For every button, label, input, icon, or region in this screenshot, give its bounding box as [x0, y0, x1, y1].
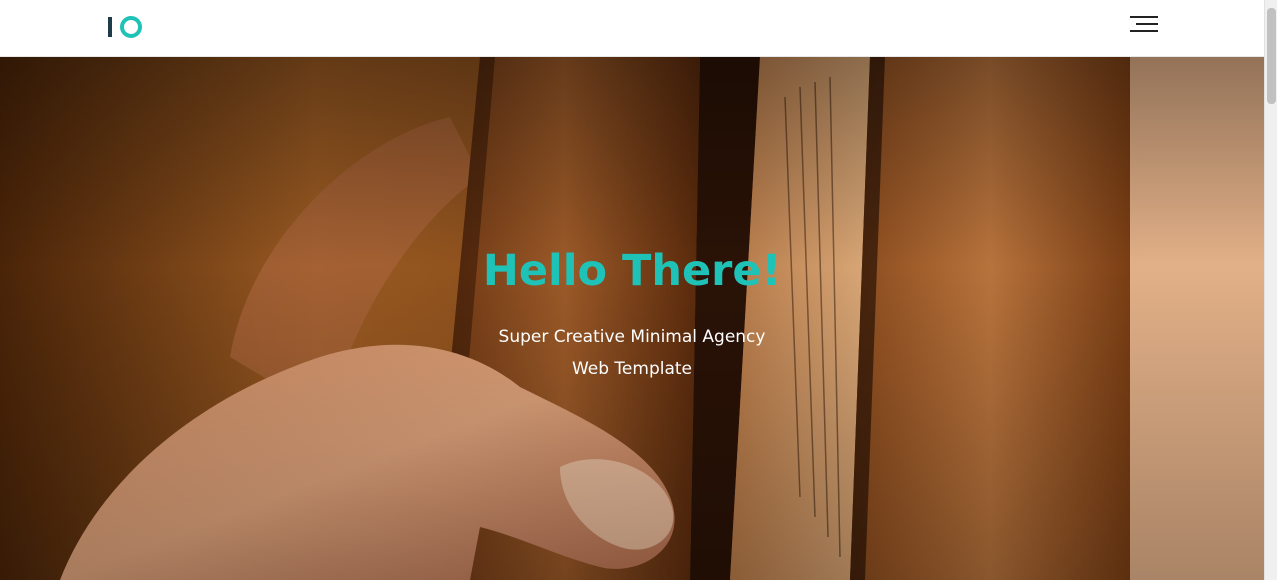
logo-ring-mark — [120, 16, 142, 38]
hamburger-menu-icon[interactable] — [1128, 16, 1158, 34]
scrollbar-thumb[interactable] — [1267, 8, 1276, 104]
hero-content: Hello There! Super Creative Minimal Agen… — [0, 243, 1264, 385]
hero-section: Hello There! Super Creative Minimal Agen… — [0, 57, 1264, 580]
site-header — [0, 0, 1264, 57]
hero-title: Hello There! — [482, 246, 782, 296]
logo[interactable] — [108, 14, 142, 40]
menu-line — [1136, 23, 1158, 25]
page: Hello There! Super Creative Minimal Agen… — [0, 0, 1277, 580]
page-scrollbar[interactable] — [1264, 0, 1277, 580]
hero-subtitle: Super Creative Minimal Agency Web Templa… — [498, 327, 766, 379]
logo-bar-mark — [108, 17, 112, 37]
menu-line — [1130, 16, 1158, 18]
menu-line — [1130, 30, 1158, 32]
